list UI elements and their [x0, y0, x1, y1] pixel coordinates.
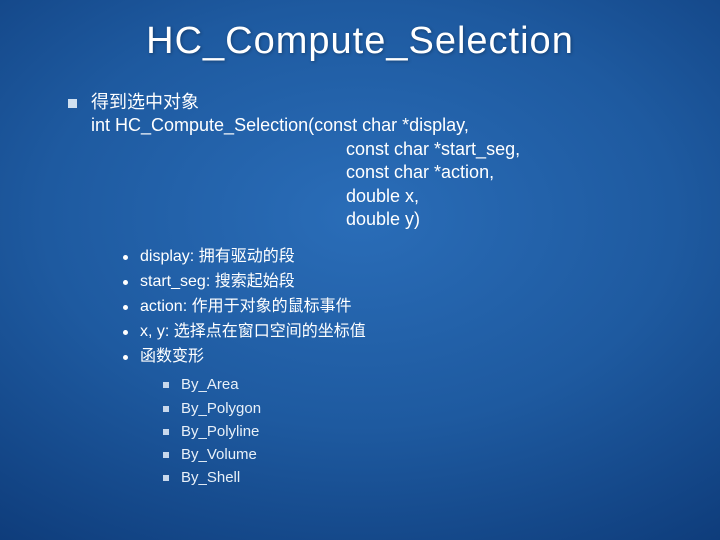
- param-text: x, y: 选择点在窗口空间的坐标值: [140, 320, 366, 345]
- square-bullet-small-icon: [163, 475, 169, 481]
- param-item: display: 拥有驱动的段: [123, 245, 680, 270]
- param-text: action: 作用于对象的鼠标事件: [140, 295, 352, 320]
- params-list: display: 拥有驱动的段 start_seg: 搜索起始段 action:…: [123, 245, 680, 369]
- signature-param: const char *action,: [346, 161, 680, 184]
- slide: HC_Compute_Selection 得到选中对象 int HC_Compu…: [0, 0, 720, 540]
- main-block: 得到选中对象 int HC_Compute_Selection(const ch…: [68, 91, 680, 490]
- variant-text: By_Shell: [181, 466, 240, 489]
- square-bullet-small-icon: [163, 452, 169, 458]
- signature-line: int HC_Compute_Selection(const char *dis…: [91, 114, 680, 137]
- description-text: 得到选中对象: [91, 91, 680, 114]
- param-item: action: 作用于对象的鼠标事件: [123, 295, 680, 320]
- variant-text: By_Volume: [181, 443, 257, 466]
- variant-item: By_Shell: [163, 466, 680, 489]
- dot-bullet-icon: [123, 255, 128, 260]
- variant-item: By_Volume: [163, 443, 680, 466]
- param-text: 函数变形: [140, 345, 204, 370]
- slide-title: HC_Compute_Selection: [40, 20, 680, 63]
- signature-param: double y): [346, 208, 680, 231]
- variant-item: By_Area: [163, 373, 680, 396]
- param-item: 函数变形: [123, 345, 680, 370]
- dot-bullet-icon: [123, 305, 128, 310]
- variant-text: By_Polygon: [181, 397, 261, 420]
- dot-bullet-icon: [123, 330, 128, 335]
- dot-bullet-icon: [123, 355, 128, 360]
- main-content: 得到选中对象 int HC_Compute_Selection(const ch…: [91, 91, 680, 490]
- param-item: x, y: 选择点在窗口空间的坐标值: [123, 320, 680, 345]
- signature-param: const char *start_seg,: [346, 138, 680, 161]
- signature-param: double x,: [346, 185, 680, 208]
- square-bullet-small-icon: [163, 429, 169, 435]
- variant-text: By_Polyline: [181, 420, 259, 443]
- variant-item: By_Polygon: [163, 397, 680, 420]
- variant-text: By_Area: [181, 373, 239, 396]
- square-bullet-icon: [68, 99, 77, 108]
- square-bullet-small-icon: [163, 382, 169, 388]
- dot-bullet-icon: [123, 280, 128, 285]
- param-text: display: 拥有驱动的段: [140, 245, 295, 270]
- variant-item: By_Polyline: [163, 420, 680, 443]
- variants-list: By_Area By_Polygon By_Polyline By_Volume…: [163, 373, 680, 489]
- square-bullet-small-icon: [163, 406, 169, 412]
- param-item: start_seg: 搜索起始段: [123, 270, 680, 295]
- param-text: start_seg: 搜索起始段: [140, 270, 295, 295]
